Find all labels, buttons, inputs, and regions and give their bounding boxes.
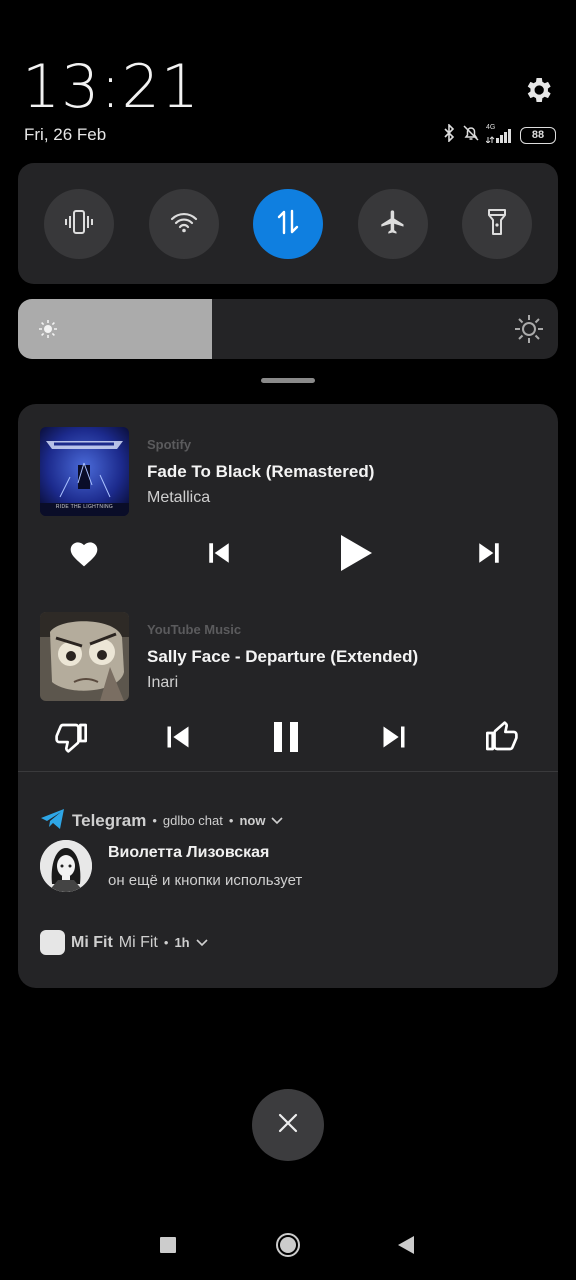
quick-settings-panel	[18, 163, 558, 284]
home-button[interactable]	[268, 1230, 308, 1264]
like-button[interactable]	[480, 717, 524, 761]
notification-title: Mi Fit	[118, 933, 158, 951]
status-icons: 4G 88	[442, 122, 556, 147]
previous-track-button[interactable]	[197, 533, 241, 577]
media-source-spotify: Spotify	[147, 437, 192, 452]
separator: •	[152, 813, 157, 828]
chevron-down-icon[interactable]	[271, 813, 284, 828]
close-icon	[278, 1113, 298, 1138]
notification-time: 1h	[174, 935, 190, 950]
pause-icon	[272, 721, 300, 758]
next-icon	[380, 723, 408, 756]
dislike-button[interactable]	[49, 717, 93, 761]
muted-bell-icon	[462, 124, 480, 147]
play-icon	[339, 534, 373, 577]
circle-icon	[275, 1232, 301, 1263]
clear-notifications-button[interactable]	[252, 1089, 324, 1161]
next-icon	[476, 540, 502, 571]
airplane-icon	[379, 208, 407, 241]
spotify-album-art: RIDE THE LIGHTNING	[40, 427, 129, 516]
youtube-music-album-art	[40, 612, 129, 701]
separator: •	[163, 935, 169, 950]
app-name: Telegram	[72, 810, 147, 830]
mifit-app-icon	[40, 930, 65, 955]
thumbs-up-icon	[485, 720, 519, 758]
square-icon	[159, 1236, 177, 1259]
message-text: он ещё и кнопки использует	[108, 872, 303, 889]
settings-gear-icon[interactable]	[522, 74, 554, 106]
flashlight-toggle[interactable]	[462, 189, 532, 259]
recents-button[interactable]	[150, 1230, 186, 1264]
back-button[interactable]	[388, 1230, 424, 1264]
wifi-icon	[170, 211, 198, 238]
thumbs-down-icon	[54, 721, 88, 758]
vibrate-toggle[interactable]	[44, 189, 114, 259]
separator: •	[228, 813, 234, 828]
bluetooth-icon	[442, 122, 456, 147]
media-source-youtube-music: YouTube Music	[147, 622, 242, 637]
panel-drag-handle[interactable]	[261, 378, 315, 383]
brightness-slider[interactable]	[18, 299, 558, 359]
like-button[interactable]	[62, 533, 106, 577]
signal-icon: 4G	[486, 124, 514, 143]
mobile-data-toggle[interactable]	[253, 189, 323, 259]
heart-icon	[68, 538, 100, 573]
vibrate-icon	[64, 209, 94, 240]
data-transfer-icon	[276, 209, 300, 240]
brightness-high-icon	[514, 314, 544, 349]
airplane-mode-toggle[interactable]	[358, 189, 428, 259]
sender-name: Виолетта Лизовская	[108, 844, 270, 861]
date: Fri, 26 Feb	[24, 125, 107, 144]
next-track-button[interactable]	[372, 717, 416, 761]
notification-card: RIDE THE LIGHTNING Spotify Fade To Black…	[18, 404, 558, 988]
mifit-notification[interactable]: Mi Fit Mi Fit • 1h	[40, 930, 208, 955]
back-triangle-icon	[397, 1235, 415, 1260]
telegram-header[interactable]: Telegram • gdlbo chat • now	[40, 808, 284, 833]
media-artist: Inari	[147, 674, 179, 691]
previous-icon	[164, 723, 192, 756]
wifi-toggle[interactable]	[149, 189, 219, 259]
album-art-caption: RIDE THE LIGHTNING	[55, 504, 114, 510]
media-title: Fade To Black (Remastered)	[147, 462, 375, 481]
chat-name: gdlbo chat	[162, 813, 223, 828]
pause-button[interactable]	[264, 717, 308, 761]
telegram-icon	[40, 808, 66, 833]
network-type-label: 4G	[486, 124, 496, 131]
brightness-low-icon	[38, 319, 58, 344]
chevron-down-icon[interactable]	[196, 934, 208, 952]
app-name: Mi Fit	[71, 933, 113, 951]
notification-time: now	[239, 813, 266, 828]
next-track-button[interactable]	[467, 533, 511, 577]
avatar	[40, 840, 92, 892]
previous-icon	[206, 540, 232, 571]
media-artist: Metallica	[147, 489, 211, 506]
media-title: Sally Face - Departure (Extended)	[147, 647, 419, 666]
flashlight-icon	[486, 208, 508, 241]
battery-indicator: 88	[520, 126, 556, 144]
clock: 13:21	[22, 52, 200, 122]
play-button[interactable]	[334, 533, 378, 577]
divider	[18, 771, 558, 772]
previous-track-button[interactable]	[156, 717, 200, 761]
